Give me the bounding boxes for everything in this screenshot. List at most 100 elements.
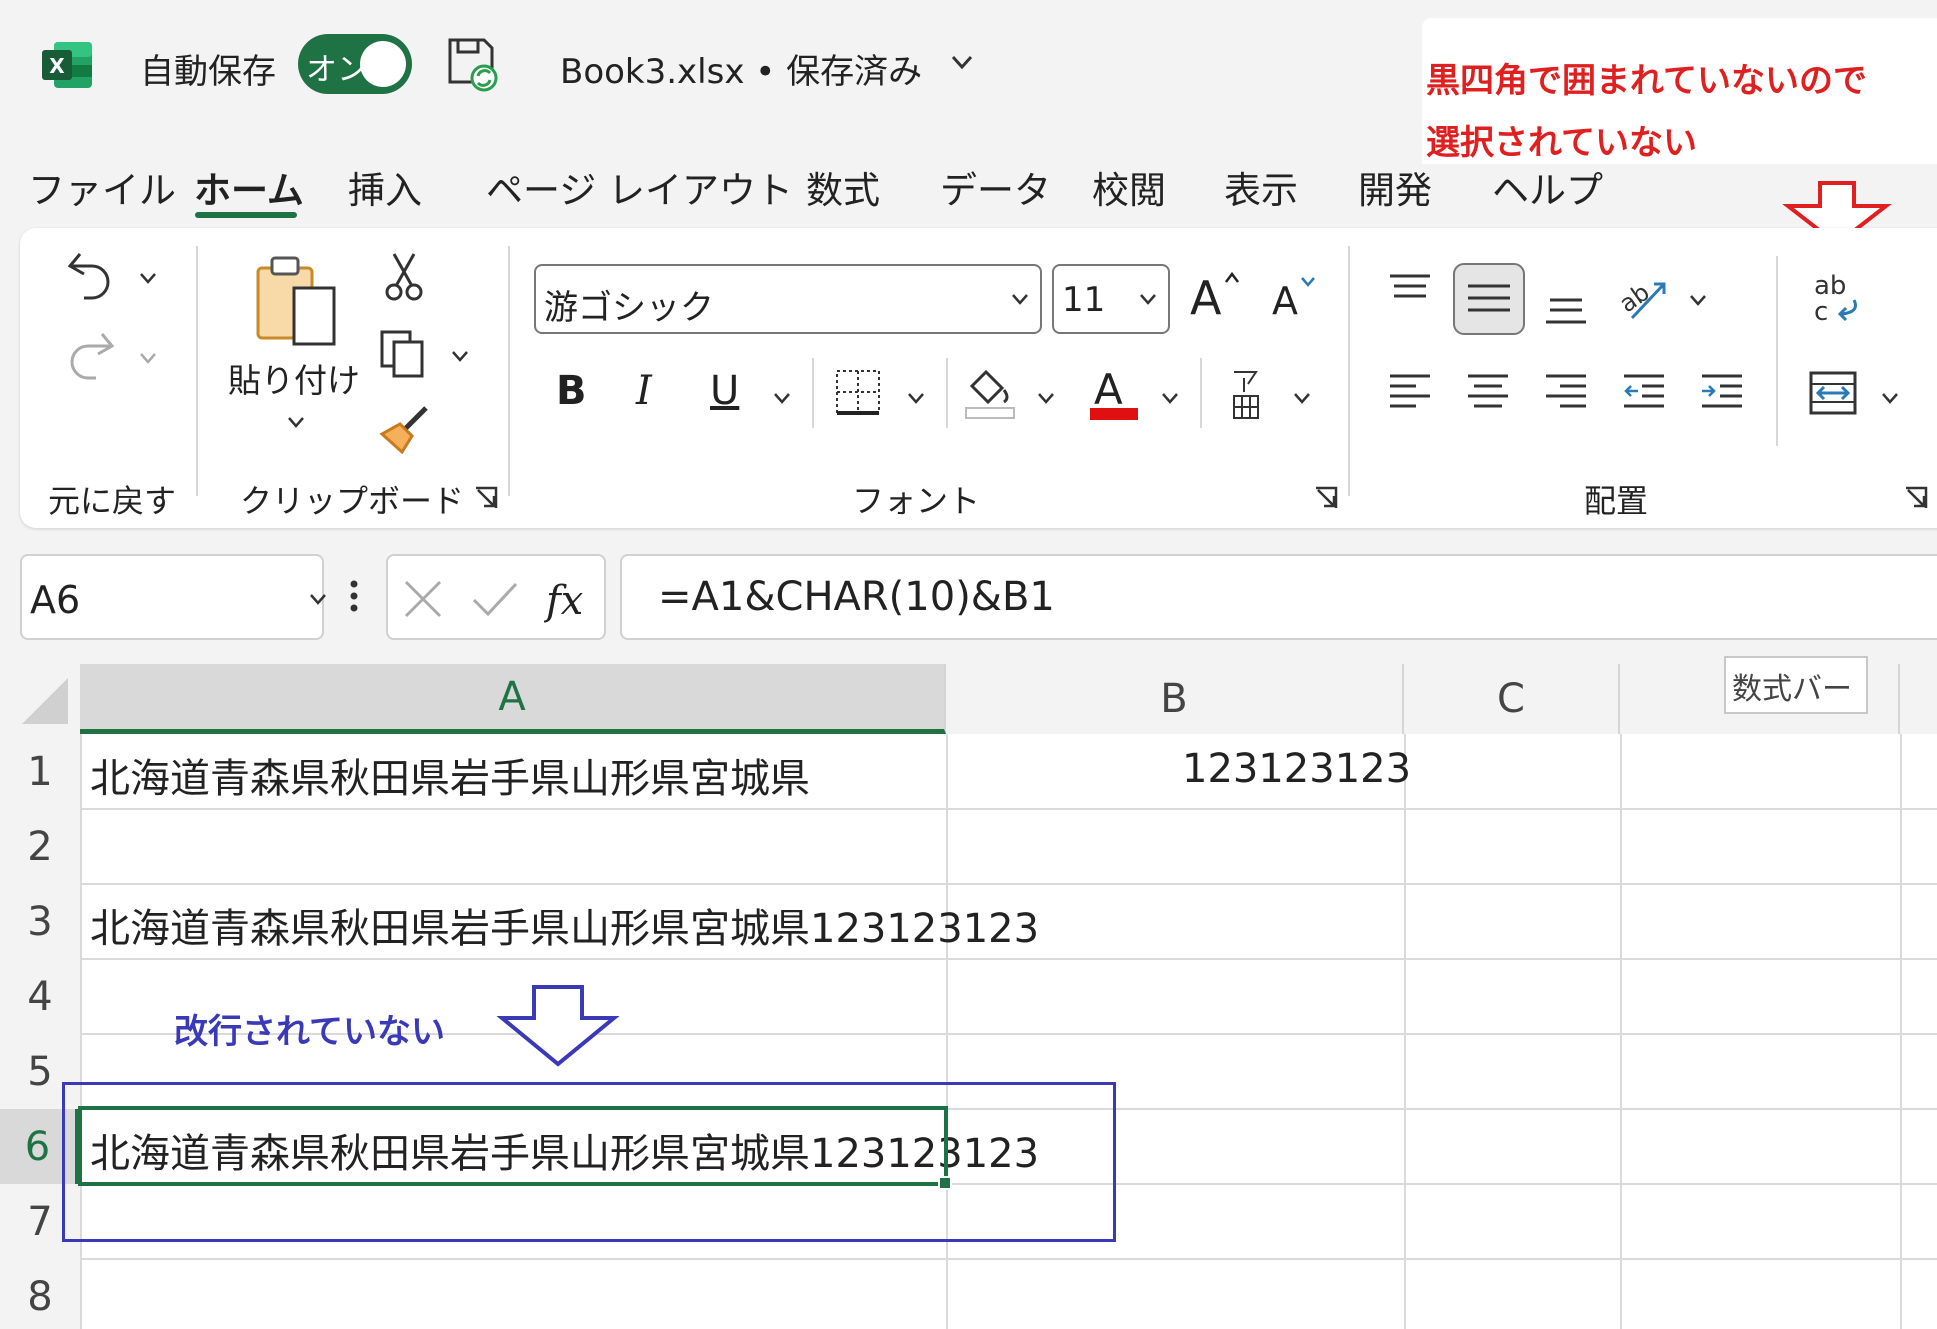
group-separator bbox=[1348, 246, 1350, 496]
decrease-font-size-icon[interactable]: A bbox=[1270, 272, 1320, 328]
formula-actions: fx bbox=[386, 554, 606, 640]
row-header-8[interactable]: 8 bbox=[0, 1259, 80, 1329]
formula-bar-annotation: 数式バー bbox=[1724, 656, 1868, 714]
merge-dropdown-chevron-icon[interactable] bbox=[1880, 390, 1900, 404]
cell-a1[interactable]: 北海道青森県秋田県岩手県山形県宮城県 bbox=[90, 746, 810, 804]
align-right-icon[interactable] bbox=[1544, 372, 1588, 416]
group-label-clipboard: クリップボード bbox=[240, 482, 465, 520]
blue-annotation-label: 改行されていない bbox=[174, 1012, 445, 1052]
column-header-c[interactable]: C bbox=[1404, 664, 1620, 734]
group-label-alignment: 配置 bbox=[1584, 482, 1649, 520]
font-color-dropdown-chevron-icon[interactable] bbox=[1160, 390, 1180, 404]
insert-function-fx-icon[interactable]: fx bbox=[544, 572, 594, 626]
format-painter-icon[interactable] bbox=[378, 404, 432, 458]
borders-dropdown-chevron-icon[interactable] bbox=[906, 390, 926, 404]
svg-text:X: X bbox=[49, 54, 65, 78]
align-top-icon[interactable] bbox=[1388, 272, 1432, 312]
paste-label[interactable]: 貼り付け bbox=[228, 354, 360, 402]
gridline bbox=[80, 958, 1937, 960]
document-title[interactable]: Book3.xlsx • 保存済み bbox=[560, 44, 922, 93]
tab-home[interactable]: ホーム bbox=[194, 160, 304, 214]
clipboard-launcher-icon[interactable] bbox=[474, 486, 500, 512]
svg-text:c: c bbox=[1814, 297, 1828, 326]
tab-formulas[interactable]: 数式 bbox=[806, 160, 880, 214]
more-options-icon[interactable] bbox=[348, 578, 360, 622]
cell-a3[interactable]: 北海道青森県秋田県岩手県山形県宮城県123123123 bbox=[90, 896, 1039, 954]
borders-icon[interactable] bbox=[834, 368, 882, 420]
chevron-down-icon[interactable] bbox=[950, 52, 974, 72]
tab-page-layout[interactable]: ページ レイアウト bbox=[486, 160, 793, 214]
font-name-select[interactable]: 游ゴシック bbox=[534, 264, 1042, 334]
underline-dropdown-chevron-icon[interactable] bbox=[772, 390, 792, 404]
gridline bbox=[1404, 734, 1406, 1329]
autosave-state: オン bbox=[306, 52, 368, 88]
save-sync-icon[interactable] bbox=[446, 36, 502, 94]
alignment-launcher-icon[interactable] bbox=[1904, 486, 1930, 512]
copy-dropdown-chevron-icon[interactable] bbox=[450, 348, 470, 362]
font-launcher-icon[interactable] bbox=[1314, 486, 1340, 512]
red-note-line-1: 黒四角で囲まれていないので bbox=[1426, 61, 1867, 101]
toggle-knob bbox=[360, 41, 406, 87]
row-header-4[interactable]: 4 bbox=[0, 959, 80, 1034]
paste-icon[interactable] bbox=[254, 252, 338, 352]
tab-view[interactable]: 表示 bbox=[1224, 160, 1298, 214]
name-box-chevron-icon[interactable] bbox=[308, 592, 328, 606]
bold-button[interactable]: B bbox=[556, 368, 587, 414]
tab-help[interactable]: ヘルプ bbox=[1492, 160, 1603, 214]
row-header-3[interactable]: 3 bbox=[0, 884, 80, 959]
cancel-x-icon[interactable] bbox=[402, 578, 444, 620]
red-note-line-2: 選択されていない bbox=[1426, 123, 1697, 163]
select-all-corner[interactable] bbox=[20, 676, 70, 726]
redo-dropdown-chevron-icon[interactable] bbox=[138, 350, 158, 364]
divider bbox=[812, 358, 814, 428]
group-separator bbox=[196, 246, 198, 496]
confirm-check-icon[interactable] bbox=[470, 578, 520, 620]
autosave-label: 自動保存 bbox=[140, 52, 276, 92]
increase-font-size-icon[interactable]: A bbox=[1188, 268, 1244, 328]
copy-icon[interactable] bbox=[378, 328, 430, 384]
fill-color-dropdown-chevron-icon[interactable] bbox=[1036, 390, 1056, 404]
redo-icon[interactable] bbox=[66, 328, 116, 386]
gridline bbox=[80, 883, 1937, 885]
column-header-b[interactable]: B bbox=[946, 664, 1404, 734]
align-bottom-icon[interactable] bbox=[1544, 290, 1588, 330]
orientation-dropdown-chevron-icon[interactable] bbox=[1688, 292, 1708, 306]
orientation-icon[interactable]: ab bbox=[1614, 274, 1670, 326]
align-middle-icon[interactable] bbox=[1452, 262, 1526, 340]
gridline bbox=[80, 1258, 1937, 1260]
tab-data[interactable]: データ bbox=[940, 160, 1051, 214]
underline-button[interactable]: U bbox=[710, 368, 739, 414]
decrease-indent-icon[interactable] bbox=[1622, 372, 1666, 416]
italic-button[interactable]: I bbox=[636, 368, 652, 414]
fill-color-bucket-icon[interactable] bbox=[964, 364, 1016, 424]
name-box[interactable]: A6 bbox=[20, 554, 326, 640]
wrap-text-icon[interactable]: ab c bbox=[1810, 270, 1862, 330]
merge-center-icon[interactable] bbox=[1808, 370, 1858, 420]
svg-text:A: A bbox=[1190, 271, 1222, 324]
row-header-2[interactable]: 2 bbox=[0, 809, 80, 884]
tab-developer[interactable]: 開発 bbox=[1358, 160, 1432, 214]
font-size-select[interactable]: 11 bbox=[1052, 264, 1170, 334]
phonetic-dropdown-chevron-icon[interactable] bbox=[1292, 390, 1312, 404]
row-header-1[interactable]: 1 bbox=[0, 734, 80, 809]
phonetic-guide-icon[interactable] bbox=[1228, 366, 1264, 426]
paste-dropdown-chevron-icon[interactable] bbox=[286, 414, 306, 428]
autosave-toggle[interactable]: オン bbox=[298, 34, 412, 94]
column-header-a[interactable]: A bbox=[80, 664, 946, 734]
tab-insert[interactable]: 挿入 bbox=[348, 160, 422, 214]
increase-indent-icon[interactable] bbox=[1700, 372, 1744, 416]
name-box-value: A6 bbox=[30, 578, 81, 622]
tab-review[interactable]: 校閲 bbox=[1092, 160, 1166, 214]
cut-scissors-icon[interactable] bbox=[384, 250, 424, 306]
undo-icon[interactable] bbox=[66, 246, 116, 304]
font-color-icon[interactable]: A bbox=[1088, 362, 1140, 426]
formula-input[interactable]: =A1&CHAR(10)&B1 bbox=[620, 554, 1937, 640]
cell-b1[interactable]: 123123123 bbox=[1182, 746, 1411, 792]
group-label-font: フォント bbox=[852, 482, 981, 520]
group-label-undo: 元に戻す bbox=[48, 482, 177, 520]
undo-dropdown-chevron-icon[interactable] bbox=[138, 270, 158, 284]
align-left-icon[interactable] bbox=[1388, 372, 1432, 416]
tab-file[interactable]: ファイル bbox=[28, 160, 176, 214]
align-center-icon[interactable] bbox=[1466, 372, 1510, 416]
active-tab-indicator bbox=[195, 212, 297, 218]
